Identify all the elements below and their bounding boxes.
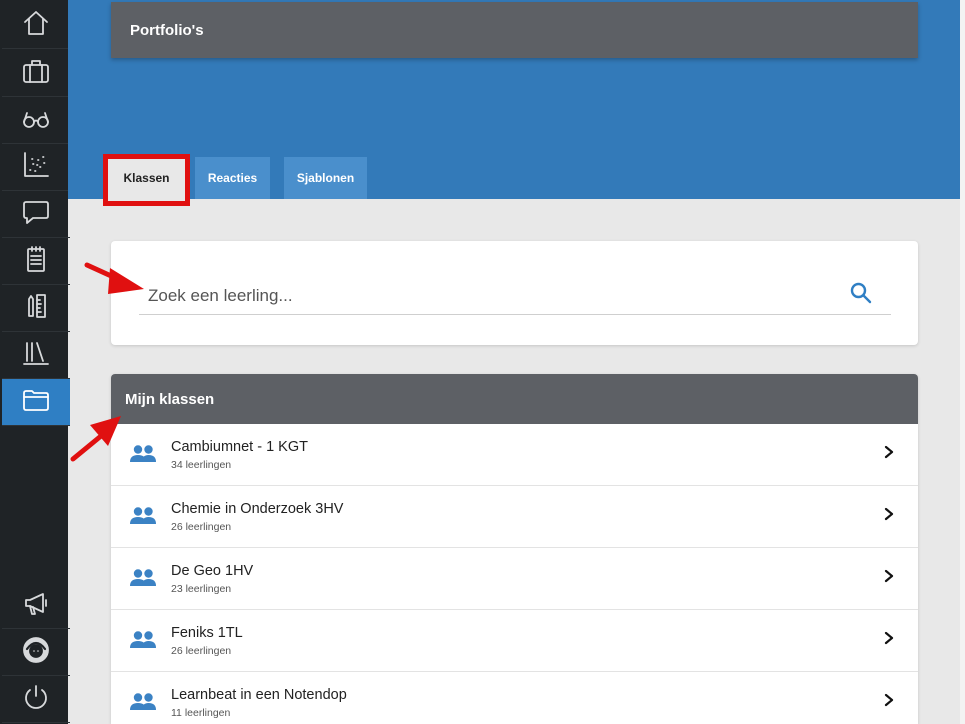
power-icon (21, 682, 51, 717)
classes-panel: Mijn klassen Cambiumnet - 1 KGT 34 leerl… (111, 374, 918, 724)
search-icon[interactable] (849, 281, 873, 305)
nav-notes[interactable] (2, 238, 70, 285)
sidebar (0, 0, 70, 724)
chevron-right-icon (882, 444, 896, 460)
class-student-count: 26 leerlingen (171, 645, 232, 657)
tab-sjablonen[interactable]: Sjablonen (284, 157, 367, 199)
class-name: Feniks 1TL (171, 625, 243, 641)
group-icon (129, 630, 157, 650)
class-name: Chemie in Onderzoek 3HV (171, 501, 344, 517)
class-row[interactable]: Feniks 1TL 26 leerlingen (111, 610, 918, 672)
class-student-count: 26 leerlingen (171, 521, 232, 533)
support-avatar-icon (21, 635, 51, 670)
nav-statistics[interactable] (2, 144, 70, 191)
page-title-bar: Portfolio's (111, 2, 918, 58)
briefcase-icon (21, 56, 51, 91)
window-edge (960, 0, 965, 724)
folder-icon (21, 385, 51, 420)
nav-portfolio[interactable] (2, 379, 70, 426)
search-input[interactable] (139, 277, 891, 315)
group-icon (129, 692, 157, 712)
search-card (111, 241, 918, 345)
home-icon (21, 8, 51, 43)
class-student-count: 34 leerlingen (171, 459, 232, 471)
nav-support[interactable] (2, 629, 70, 676)
class-row[interactable]: De Geo 1HV 23 leerlingen (111, 548, 918, 610)
chevron-right-icon (882, 506, 896, 522)
nav-home[interactable] (2, 2, 70, 49)
scatter-chart-icon (21, 150, 51, 185)
class-student-count: 23 leerlingen (171, 583, 232, 595)
class-name: Learnbeat in een Notendop (171, 687, 347, 703)
megaphone-icon (21, 588, 51, 623)
tab-reacties[interactable]: Reacties (195, 157, 270, 199)
library-icon (21, 338, 51, 373)
class-student-count: 11 leerlingen (171, 707, 231, 719)
nav-tools[interactable] (2, 285, 70, 332)
nav-logout[interactable] (2, 676, 70, 723)
notepad-icon (21, 244, 51, 279)
class-row[interactable]: Learnbeat in een Notendop 11 leerlingen (111, 672, 918, 724)
class-row[interactable]: Chemie in Onderzoek 3HV 26 leerlingen (111, 486, 918, 548)
classes-header: Mijn klassen (111, 374, 918, 424)
page-title: Portfolio's (130, 21, 204, 39)
nav-messages[interactable] (2, 191, 70, 238)
class-name: Cambiumnet - 1 KGT (171, 439, 308, 455)
tab-highlight-box (103, 154, 190, 206)
glasses-icon (21, 103, 51, 138)
classes-title: Mijn klassen (125, 390, 215, 408)
group-icon (129, 506, 157, 526)
class-name: De Geo 1HV (171, 563, 254, 579)
class-row[interactable]: Cambiumnet - 1 KGT 34 leerlingen (111, 424, 918, 486)
nav-announcements[interactable] (2, 582, 70, 629)
group-icon (129, 444, 157, 464)
annotation-arrow-icon (84, 262, 144, 294)
group-icon (129, 568, 157, 588)
nav-glasses[interactable] (2, 97, 70, 144)
nav-briefcase[interactable] (2, 50, 70, 97)
chat-icon (21, 197, 51, 232)
annotation-arrow-icon (70, 416, 121, 462)
nav-library[interactable] (2, 332, 70, 379)
chevron-right-icon (882, 568, 896, 584)
chevron-right-icon (882, 692, 896, 708)
ruler-pencil-icon (21, 291, 51, 326)
chevron-right-icon (882, 630, 896, 646)
